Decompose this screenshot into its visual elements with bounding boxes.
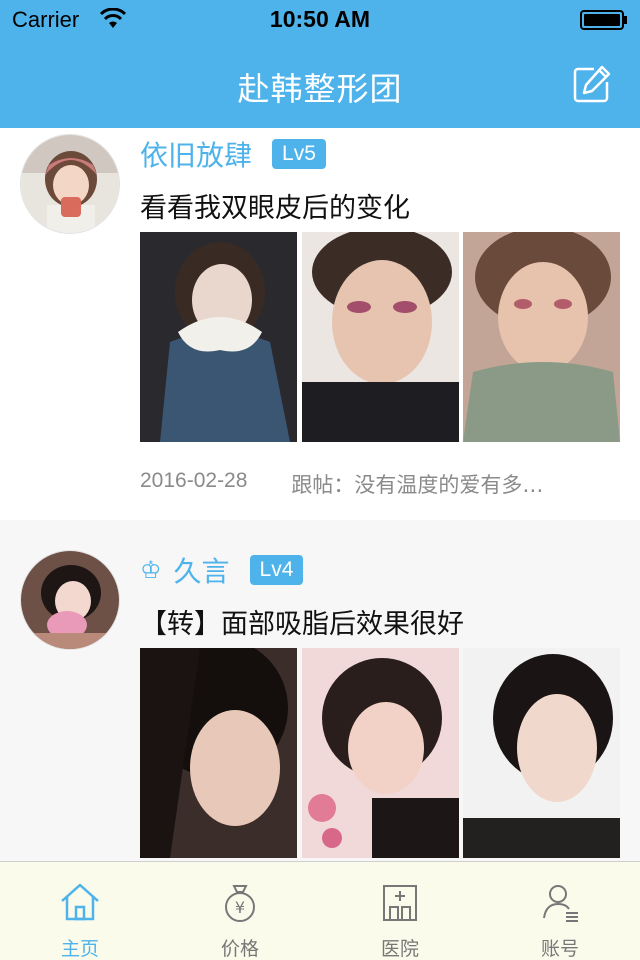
crown-icon: ♔ bbox=[140, 556, 162, 584]
navigation-bar: 赴韩整形团 bbox=[0, 40, 640, 128]
tab-label: 医院 bbox=[380, 938, 419, 960]
money-bag-icon: ¥ bbox=[225, 885, 255, 922]
post-photo[interactable] bbox=[463, 232, 620, 442]
tab-price[interactable]: ¥ 价格 bbox=[160, 862, 320, 960]
post-meta: 2016-02-28 跟帖：没有温度的爱有多… bbox=[140, 469, 610, 499]
tab-label: 价格 bbox=[220, 938, 259, 960]
battery-icon bbox=[580, 10, 627, 30]
tab-hospital[interactable]: 医院 bbox=[320, 862, 480, 960]
clock: 10:50 AM bbox=[269, 6, 371, 32]
level-badge: Lv5 bbox=[272, 139, 326, 169]
post-photo[interactable] bbox=[302, 232, 459, 442]
avatar[interactable] bbox=[20, 134, 120, 234]
svg-text:¥: ¥ bbox=[235, 898, 245, 917]
compose-icon[interactable] bbox=[572, 64, 612, 104]
home-icon bbox=[61, 883, 99, 921]
tab-label: 主页 bbox=[60, 938, 99, 960]
post-photo[interactable] bbox=[140, 648, 297, 858]
level-badge: Lv4 bbox=[249, 555, 304, 585]
post-photo[interactable] bbox=[140, 232, 297, 442]
post-photo[interactable] bbox=[302, 648, 459, 858]
post-title[interactable]: 看看我双眼皮后的变化 bbox=[140, 186, 410, 225]
tab-bar: 主页 ¥ 价格 医院 账号 bbox=[0, 861, 640, 960]
user-row: ♔ 久言 Lv4 bbox=[140, 550, 304, 590]
user-row: 依旧放肆 Lv5 bbox=[140, 134, 326, 174]
tab-account[interactable]: 账号 bbox=[480, 862, 640, 960]
photo-grid bbox=[140, 648, 620, 858]
post-title[interactable]: 【转】面部吸脂后效果很好 bbox=[140, 602, 464, 641]
username[interactable]: 依旧放肆 bbox=[140, 134, 252, 174]
latest-reply[interactable]: 跟帖：没有温度的爱有多… bbox=[291, 469, 543, 499]
page-title: 赴韩整形团 bbox=[237, 70, 403, 108]
avatar[interactable] bbox=[20, 550, 120, 650]
tab-label: 账号 bbox=[540, 938, 579, 960]
post-card[interactable]: ♔ 久言 Lv4 【转】面部吸脂后效果很好 bbox=[0, 520, 640, 861]
photo-grid bbox=[140, 232, 620, 442]
status-bar: Carrier 10:50 AM bbox=[0, 0, 640, 40]
hospital-icon bbox=[383, 885, 417, 921]
post-date: 2016-02-28 bbox=[140, 469, 248, 492]
account-icon bbox=[543, 885, 578, 922]
post-photo[interactable] bbox=[463, 648, 620, 858]
post-card[interactable]: 依旧放肆 Lv5 看看我双眼皮后的变化 2016-02-28 跟帖：没有温度的爱… bbox=[0, 128, 640, 520]
username[interactable]: 久言 bbox=[174, 550, 230, 590]
tab-home[interactable]: 主页 bbox=[0, 862, 160, 960]
post-feed[interactable]: 依旧放肆 Lv5 看看我双眼皮后的变化 2016-02-28 跟帖：没有温度的爱… bbox=[0, 128, 640, 861]
